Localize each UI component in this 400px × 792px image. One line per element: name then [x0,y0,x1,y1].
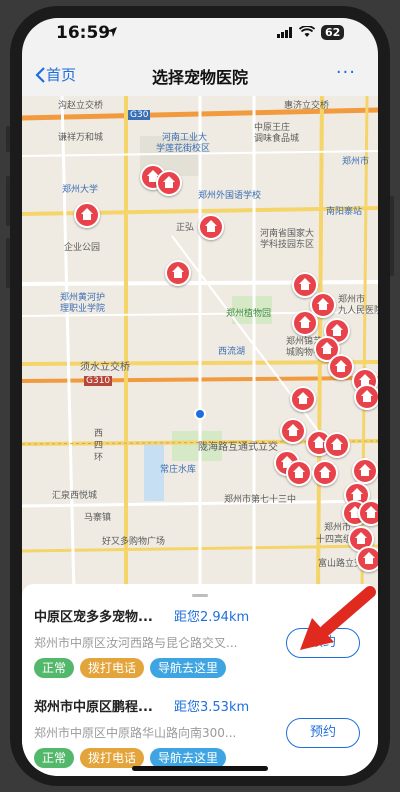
red-arrow-annotation [300,586,376,650]
hospital-pin[interactable] [356,546,378,572]
house-icon [363,552,375,564]
sheet-handle[interactable] [192,594,208,597]
hospital-address: 郑州市中原区中原路华山路向南300... [34,726,237,740]
map-view[interactable]: 沟赵立交桥 G30 惠济立交桥 谦祥万和城 河南工业大 学莲花街校区 中原王庄 … [22,96,378,594]
map-label: 沟赵立交桥 [58,101,104,111]
hospital-pin[interactable] [280,418,306,444]
house-icon [351,488,363,500]
house-icon [293,466,305,478]
hospital-pin[interactable] [312,460,338,486]
house-icon [205,220,217,232]
map-label: 郑州大学 [62,185,99,195]
hospital-tags: 正常 拨打电话 导航去这里 [34,658,227,678]
house-icon [287,424,299,436]
power-button [390,196,394,276]
map-label: 常庄水库 [160,465,197,475]
wifi-icon [299,26,315,37]
app-screen: 16:59 62 首页 选择宠物医院 ··· 沟赵立交桥 G30 惠济立交桥 谦… [22,18,378,776]
hospital-card[interactable]: 郑州市中原区鹏程... 距您3.53km 郑州市中原区中原路华山路向南300..… [22,688,378,776]
map-label: 郑州外国语学校 [198,191,262,201]
hospital-pin[interactable] [290,386,316,412]
map-label: 正弘 [176,223,195,233]
book-button[interactable]: 预约 [286,718,360,748]
house-icon [299,278,311,290]
house-icon [365,506,377,518]
map-label: 汇泉西悦城 [52,491,98,501]
hospital-tags: 正常 拨打电话 导航去这里 [34,748,227,768]
map-label: 郑州市 [342,157,370,167]
map-label: 学莲花街校区 [156,144,211,154]
status-time: 16:59 [56,23,111,43]
map-label: G310 [84,376,113,386]
hospital-pin[interactable] [198,214,224,240]
volume-down-button [6,238,10,288]
house-icon [335,360,347,372]
hospital-pin[interactable] [328,354,354,380]
volume-up-button [6,176,10,226]
map-label: 南阳寨站 [326,207,363,217]
house-icon [331,438,343,450]
status-tag: 正常 [34,658,75,678]
hospital-name: 中原区宠多多宠物... [34,610,153,625]
house-icon [163,176,175,188]
map-label: 理职业学院 [60,304,106,314]
call-button[interactable]: 拨打电话 [80,658,145,678]
house-icon [321,342,333,354]
house-icon [81,208,93,220]
house-icon [299,316,311,328]
hospital-pin[interactable] [324,432,350,458]
page-title: 选择宠物医院 [151,68,248,87]
map-label: 谦祥万和城 [58,133,104,143]
house-icon [317,298,329,310]
hospital-pin[interactable] [74,202,100,228]
house-icon [297,392,309,404]
map-label: 好又多购物广场 [102,537,166,547]
map-label: 马寨镇 [84,513,112,523]
house-icon [331,324,343,336]
navigate-button[interactable]: 导航去这里 [150,658,227,678]
hospital-distance: 距您2.94km [174,610,250,625]
my-location-marker [194,408,206,420]
map-label: 陇海路互通式立交 [198,442,278,453]
hospital-pin[interactable] [354,384,378,410]
navigation-bar: 首页 选择宠物医院 ··· [22,58,378,94]
signal-icon [277,27,292,38]
hospital-pin[interactable] [165,260,191,286]
more-menu-button[interactable]: ··· [336,62,356,83]
home-indicator[interactable] [132,766,268,771]
map-label: 惠济立交桥 [284,101,330,111]
hospital-name: 郑州市中原区鹏程... [34,700,153,715]
map-label: 郑州市第七十三中 [224,495,297,505]
map-label: 企业公园 [64,243,101,253]
hospital-pin[interactable] [292,310,318,336]
hospital-pin[interactable] [286,460,312,486]
map-label: G30 [128,110,151,120]
status-bar: 16:59 62 [22,18,378,50]
navigate-button[interactable]: 导航去这里 [150,748,227,768]
hospital-pin[interactable] [358,500,378,526]
house-icon [359,464,371,476]
map-label: 须水立交桥 [80,362,130,373]
map-label: 调味食品城 [254,134,300,144]
hospital-address: 郑州市中原区汝河西路与昆仑路交叉... [34,636,238,650]
house-icon [319,466,331,478]
map-label: 西流湖 [218,347,246,357]
hospital-pin[interactable] [156,170,182,196]
hospital-pin[interactable] [352,458,378,484]
house-icon [361,390,373,402]
map-label: 郑州植物园 [226,309,272,319]
map-label: 九人民医院 [338,306,378,316]
map-label: 环 [94,453,104,463]
house-icon [355,532,367,544]
hospital-distance: 距您3.53km [174,700,250,715]
battery-indicator: 62 [321,25,345,40]
call-button[interactable]: 拨打电话 [80,748,145,768]
map-label: 学科技园东区 [260,240,315,250]
status-tag: 正常 [34,748,75,768]
mute-switch [6,126,10,152]
house-icon [172,266,184,278]
location-arrow-icon [107,27,117,37]
